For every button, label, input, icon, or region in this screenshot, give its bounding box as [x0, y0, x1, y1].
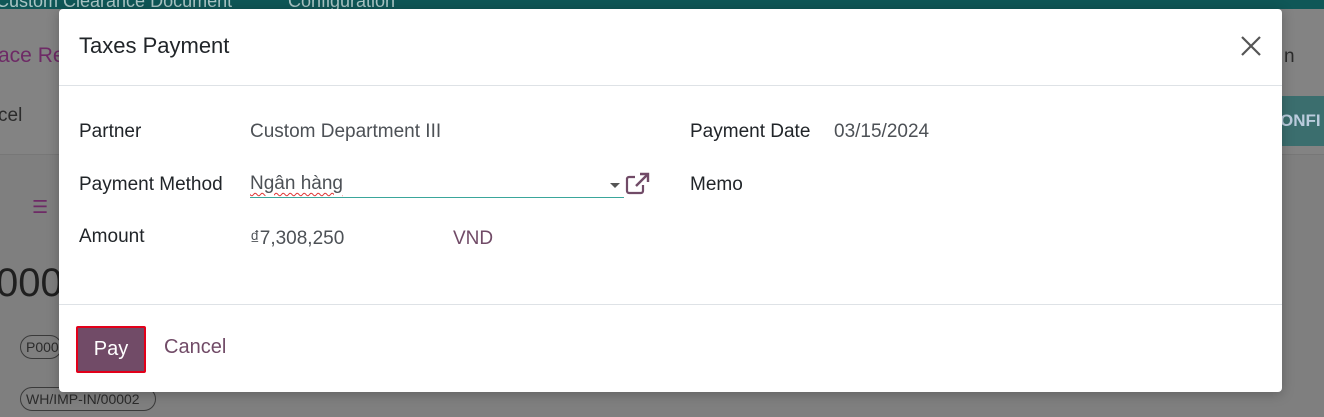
taxes-payment-dialog: Taxes Payment Partner Custom Department … [59, 9, 1282, 392]
background-cancel-button: cel [0, 105, 23, 126]
nav-item-configuration: Configuration [288, 0, 395, 9]
external-link-icon[interactable] [625, 172, 651, 196]
top-navbar: Custom Clearance Document Configuration [0, 0, 1324, 9]
cancel-button[interactable]: Cancel [164, 336, 226, 359]
amount-value[interactable]: ₫7,308,250 [250, 228, 344, 250]
background-confirm-button: ONFI [1276, 96, 1324, 146]
list-icon: ☰ [32, 197, 49, 217]
payment-date-label: Payment Date [690, 121, 811, 142]
modal-title: Taxes Payment [79, 33, 230, 58]
close-icon [1241, 36, 1261, 56]
modal-header: Taxes Payment [59, 9, 1282, 86]
currency-value[interactable]: VND [453, 228, 493, 250]
payment-method-select[interactable]: Ngân hàng [250, 172, 624, 198]
background-tag: P0000 [20, 335, 62, 359]
modal-footer: Pay Cancel [59, 305, 1282, 391]
memo-input[interactable] [834, 172, 1254, 198]
pay-button[interactable]: Pay [76, 326, 146, 373]
chevron-down-icon[interactable] [610, 183, 620, 188]
nav-item-custom-clearance: Custom Clearance Document [0, 0, 232, 9]
memo-label: Memo [690, 174, 743, 195]
payment-date-value[interactable]: 03/15/2024 [834, 121, 929, 143]
close-button[interactable] [1236, 31, 1266, 61]
partner-value: Custom Department III [250, 121, 442, 142]
amount-label: Amount [79, 226, 145, 247]
payment-method-label: Payment Method [79, 174, 223, 195]
payment-method-value: Ngân hàng [250, 173, 343, 194]
background-record-number: 000 [0, 261, 63, 305]
background-breadcrumb: ace Re [0, 44, 65, 67]
background-right-text: n [1284, 46, 1295, 67]
modal-body: Partner Custom Department III Payment Me… [59, 86, 1282, 305]
partner-label: Partner [79, 121, 142, 142]
